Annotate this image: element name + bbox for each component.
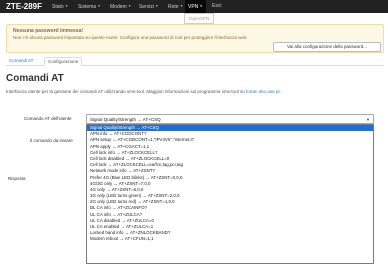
tab-comandi-at[interactable]: Comandi AT	[6, 57, 36, 66]
nav-vpn[interactable]: VPN ▼	[185, 0, 206, 13]
nav-sistema[interactable]: Sistema ▼	[78, 3, 100, 11]
chevron-down-icon: ▼	[179, 4, 183, 8]
response-label: Risposta	[8, 176, 26, 181]
chevron-down-icon: ▼	[97, 4, 101, 8]
chevron-down-icon: ▼	[199, 4, 203, 8]
send-command-label: Il comando da inviare	[30, 138, 73, 143]
page-title: Comandi AT	[6, 73, 64, 84]
nav-esci[interactable]: Esci	[212, 3, 221, 10]
vpn-dropdown-menu: OpenVPN	[184, 13, 214, 24]
password-warning-alert: Nessuna password immessa! Non c'è alcuna…	[6, 24, 384, 53]
nav-rete[interactable]: Rete ▼	[168, 3, 183, 11]
chevron-down-icon: ▼	[65, 4, 69, 8]
chevron-down-icon: ▼	[366, 117, 370, 122]
user-command-label: Comando AT dell'utente	[24, 116, 72, 121]
alert-title: Nessuna password immessa!	[13, 28, 84, 34]
chevron-down-icon: ▼	[155, 4, 159, 8]
goto-password-config-button[interactable]: Vai alla configurazione della password..…	[273, 42, 381, 52]
dropdown-item-openvpn[interactable]: OpenVPN	[189, 16, 209, 22]
chevron-down-icon: ▼	[128, 4, 132, 8]
at-command-select[interactable]: Signal Quality/Strength → AT+CSQ ▼	[86, 114, 374, 124]
brand-logo[interactable]: ZTE-289F	[6, 2, 42, 11]
page-description: Interfaccia utente per la gestione dei c…	[6, 89, 281, 94]
nav-modem[interactable]: Modem ▼	[110, 3, 131, 11]
tab-bar: Comandi AT Configurazione	[6, 56, 384, 66]
selected-command: Signal Quality/Strength → AT+CSQ	[90, 117, 161, 122]
nav-servizi[interactable]: Servizi ▼	[139, 3, 158, 11]
tab-configurazione[interactable]: Configurazione	[44, 57, 83, 66]
watermark-icon	[306, 236, 318, 248]
watermark: subito	[320, 234, 360, 250]
nav-stato[interactable]: Stato ▼	[52, 3, 68, 11]
alert-message: Non c'è alcuna password impostata su que…	[13, 35, 248, 40]
forum-link[interactable]: forum eko.one.pl	[246, 89, 280, 94]
top-navbar: ZTE-289F Stato ▼ Sistema ▼ Modem ▼ Servi…	[0, 0, 388, 13]
